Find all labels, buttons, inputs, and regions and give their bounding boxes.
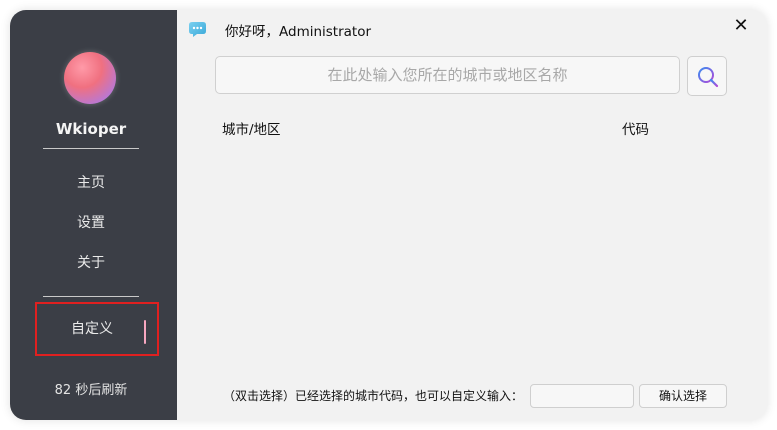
search-icon bbox=[698, 67, 719, 88]
chat-bubble-icon bbox=[189, 22, 206, 37]
sidebar: Wkioper 主页 设置 关于 自定义 82 秒后刷新 bbox=[10, 10, 177, 420]
avatar[interactable] bbox=[64, 52, 116, 104]
selection-hint-label: （双击选择）已经选择的城市代码，也可以自定义输入： bbox=[223, 389, 524, 403]
column-header-code[interactable]: 代码 bbox=[622, 118, 649, 138]
confirm-selection-button[interactable]: 确认选择 bbox=[639, 384, 727, 408]
active-indicator bbox=[144, 320, 146, 344]
city-list[interactable] bbox=[215, 140, 727, 370]
sidebar-item-about[interactable]: 关于 bbox=[10, 252, 172, 272]
sidebar-item-custom-label: 自定义 bbox=[71, 321, 113, 337]
sidebar-divider-bottom bbox=[43, 296, 139, 297]
search-button[interactable] bbox=[687, 56, 727, 96]
city-code-input[interactable] bbox=[530, 384, 634, 408]
sidebar-divider-top bbox=[43, 148, 139, 149]
greeting-title: 你好呀，Administrator bbox=[225, 24, 372, 40]
sidebar-item-settings[interactable]: 设置 bbox=[10, 212, 172, 232]
search-input[interactable] bbox=[215, 56, 680, 94]
app-window: Wkioper 主页 设置 关于 自定义 82 秒后刷新 你好呀，Adminis… bbox=[10, 10, 767, 420]
sidebar-item-custom[interactable]: 自定义 bbox=[35, 302, 159, 356]
column-header-city[interactable]: 城市/地区 bbox=[222, 118, 281, 138]
refresh-countdown: 82 秒后刷新 bbox=[54, 383, 128, 398]
main-panel: 你好呀，Administrator ✕ 城市/地区 代码 （双击选择）已经选择的… bbox=[177, 10, 767, 420]
sidebar-item-home[interactable]: 主页 bbox=[10, 172, 172, 192]
close-icon[interactable]: ✕ bbox=[731, 16, 751, 36]
username: Wkioper bbox=[55, 120, 127, 138]
